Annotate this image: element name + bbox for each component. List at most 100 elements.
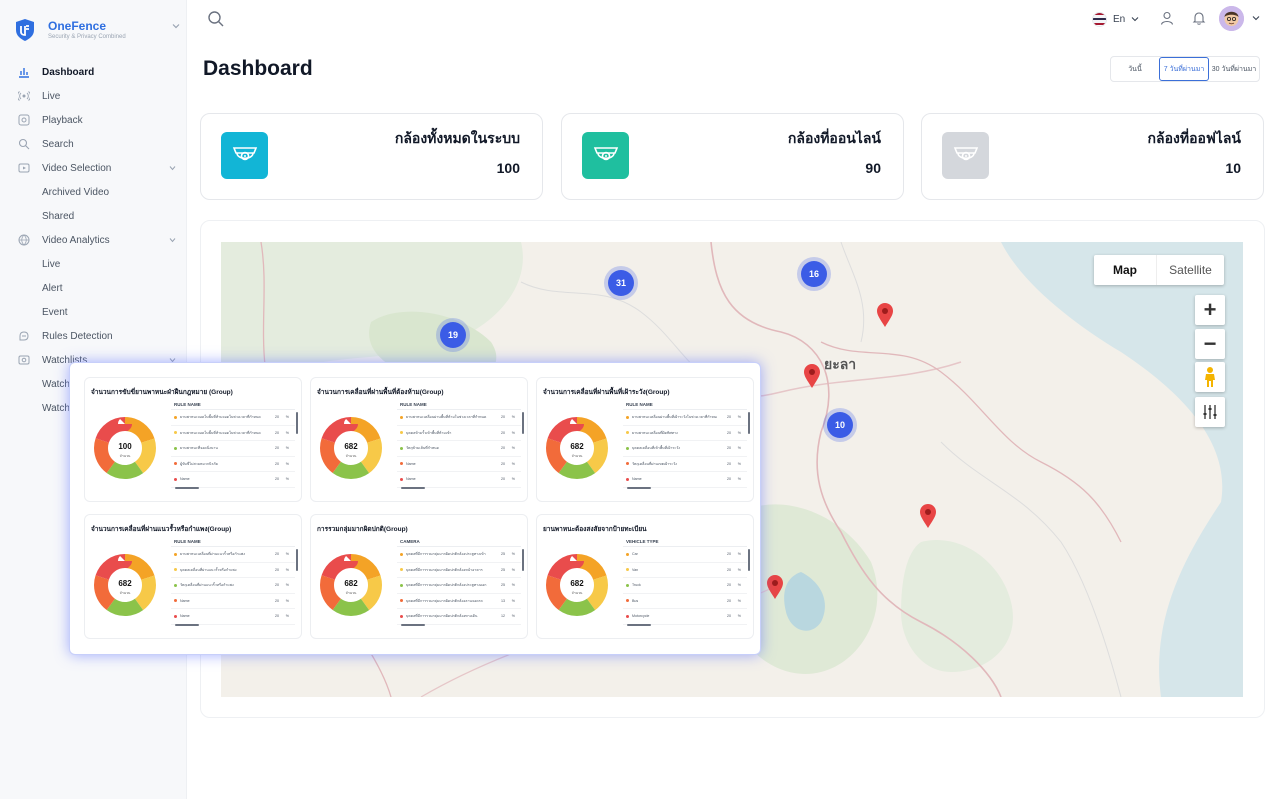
map-pin-icon[interactable] <box>766 574 784 600</box>
table-row[interactable]: Name 20% <box>171 594 295 609</box>
avatar[interactable] <box>1219 6 1244 31</box>
sidebar-item-rules-detection[interactable]: Rules Detection <box>0 324 187 348</box>
vertical-scrollbar[interactable] <box>296 412 298 434</box>
table-row[interactable]: Van 20% <box>623 563 747 578</box>
chevron-down-icon[interactable] <box>169 165 176 171</box>
horizontal-scrollbar[interactable] <box>627 487 651 489</box>
map-settings-sliders-icon[interactable] <box>1195 397 1225 427</box>
chevron-down-icon[interactable] <box>1252 15 1260 21</box>
mini-card-title: จำนวนการเคลื่อนที่ผ่านแนวรั้วหรือกำแพง(G… <box>91 526 232 533</box>
table-row[interactable]: ยานพาหนะเคลื่อนผ่านพื้นที่เฝ้าระวังในช่ว… <box>623 410 747 426</box>
table-row[interactable]: วัตถุเคลื่อนที่ผ่านเขตเฝ้าระวัง 20% <box>623 457 747 472</box>
row-percent: % <box>511 477 515 482</box>
sidebar-item-label: Rules Detection <box>42 330 113 342</box>
analytics-mini-card: จำนวนการเคลื่อนที่ผ่านแนวรั้วหรือกำแพง(G… <box>84 514 302 639</box>
table-row[interactable]: ยานพาหนะเคลื่อนผ่านพื้นที่ห้ามในช่วงเวลา… <box>397 410 521 426</box>
sidebar-item-analytics-live[interactable]: Live <box>0 252 187 276</box>
horizontal-scrollbar[interactable] <box>175 624 199 626</box>
sidebar-item-video-selection[interactable]: Video Selection <box>0 156 187 180</box>
table-row[interactable]: บุคคลที่มีการรวมกลุ่มมากผิดปกติกล้องหน้า… <box>397 563 521 578</box>
map-type-satellite-button[interactable]: Satellite <box>1156 255 1224 285</box>
brand[interactable]: OneFence Security & Privacy Combined <box>14 16 184 48</box>
search-icon[interactable] <box>207 10 225 28</box>
table-row[interactable]: Car 20% <box>623 547 747 563</box>
table-row[interactable]: ผู้ขับขี่ไม่สวมหมวกนิรภัย 20% <box>171 457 295 472</box>
table-row[interactable]: Motorcycle 20% <box>623 609 747 625</box>
table-row[interactable]: บุคคลที่มีการรวมกลุ่มมากผิดปกติกล้องประต… <box>397 547 521 563</box>
sidebar-item-alert[interactable]: Alert <box>0 276 187 300</box>
table-row[interactable]: วัตถุเคลื่อนที่ผ่านแนวรั้วหรือกำแพง 20% <box>171 578 295 594</box>
table-row[interactable]: ยานพาหนะเคลื่อนที่ผ่านแนวรั้วหรือกำแพง 20… <box>171 547 295 563</box>
map-pin-icon[interactable] <box>876 302 894 328</box>
mini-card-table: RULE NAME ยานพาหนะเคลื่อนผ่านพื้นที่เฝ้าร… <box>623 400 747 488</box>
language-selector[interactable]: En <box>1092 10 1142 28</box>
zoom-out-button[interactable]: − <box>1195 329 1225 359</box>
table-row[interactable]: Name 20% <box>171 609 295 625</box>
sidebar-item-search[interactable]: Search <box>0 132 187 156</box>
table-row[interactable]: วัตถุข้ามเส้นที่กำหนด 20% <box>397 441 521 457</box>
table-row[interactable]: บุคคลเคลื่อนที่ผ่านแนวรั้วหรือกำแพง 20% <box>171 563 295 578</box>
row-count: 20 <box>275 446 279 451</box>
table-row[interactable]: บุคคลที่มีการรวมกลุ่มมากผิดปกติกล้องลานจ… <box>397 594 521 609</box>
map-type-map-button[interactable]: Map <box>1094 255 1156 285</box>
table-row[interactable]: Name 20% <box>397 457 521 472</box>
row-percent: % <box>511 415 515 420</box>
map-cluster-marker[interactable]: 19 <box>440 322 466 348</box>
table-row[interactable]: ยานพาหนะจอดในพื้นที่ห้ามจอดในช่วงเวลาที่… <box>171 426 295 441</box>
range-option-7-days[interactable]: 7 วันที่ผ่านมา <box>1159 57 1209 81</box>
map-cluster-marker[interactable]: 31 <box>608 270 634 296</box>
vertical-scrollbar[interactable] <box>748 549 750 571</box>
row-name: วัตถุข้ามเส้นที่กำหนด <box>406 446 439 451</box>
range-option-30-days[interactable]: 30 วันที่ผ่านมา <box>1209 57 1259 81</box>
vertical-scrollbar[interactable] <box>522 549 524 571</box>
table-row[interactable]: Truck 20% <box>623 578 747 594</box>
sidebar-item-archived-video[interactable]: Archived Video <box>0 180 187 204</box>
sidebar-item-label: Alert <box>42 282 63 294</box>
row-percent: % <box>737 477 741 482</box>
horizontal-scrollbar[interactable] <box>401 624 425 626</box>
table-row[interactable]: บุคคลข้ามรั้วเข้าพื้นที่ห้ามเข้า 20% <box>397 426 521 441</box>
row-count: 20 <box>275 415 279 420</box>
sidebar-item-live[interactable]: Live <box>0 84 187 108</box>
donut-center-unit: จำนวน <box>345 454 357 458</box>
table-row[interactable]: Name 20% <box>171 472 295 488</box>
row-count: 25 <box>501 567 505 572</box>
horizontal-scrollbar[interactable] <box>627 624 651 626</box>
vertical-scrollbar[interactable] <box>296 549 298 571</box>
mini-card-table: CAMERA บุคคลที่มีการรวมกลุ่มมากผิดปกติกล้… <box>397 537 521 625</box>
table-row[interactable]: บุคคลที่มีการรวมกลุ่มมากผิดปกติกล้องประต… <box>397 578 521 594</box>
table-row[interactable]: Bus 20% <box>623 594 747 609</box>
horizontal-scrollbar[interactable] <box>401 487 425 489</box>
table-row[interactable]: ยานพาหนะเคลื่อนที่ผิดทิศทาง 20% <box>623 426 747 441</box>
chevron-down-icon[interactable] <box>169 237 176 243</box>
donut-center-unit: จำนวน <box>345 591 357 595</box>
street-view-pegman-icon[interactable] <box>1195 362 1225 392</box>
table-row[interactable]: บุคคลเคลื่อนที่เข้าพื้นที่เฝ้าระวัง 20% <box>623 441 747 457</box>
table-row[interactable]: Name 20% <box>623 472 747 488</box>
bell-icon[interactable] <box>1191 10 1207 26</box>
row-name: Name <box>180 598 190 603</box>
row-percent: % <box>737 567 741 572</box>
range-option-today[interactable]: วันนี้ <box>1111 57 1159 81</box>
sidebar-item-playback[interactable]: Playback <box>0 108 187 132</box>
map-pin-icon[interactable] <box>803 363 821 389</box>
sidebar-item-shared[interactable]: Shared <box>0 204 187 228</box>
horizontal-scrollbar[interactable] <box>175 487 199 489</box>
map-cluster-marker[interactable]: 16 <box>801 261 827 287</box>
sidebar-item-dashboard[interactable]: Dashboard <box>0 60 187 84</box>
vertical-scrollbar[interactable] <box>748 412 750 434</box>
sidebar-item-event[interactable]: Event <box>0 300 187 324</box>
legend-dot <box>174 614 177 618</box>
table-row[interactable]: ยานพาหนะที่จอดนิ่งนาน 20% <box>171 441 295 457</box>
vertical-scrollbar[interactable] <box>522 412 524 434</box>
table-row[interactable]: Name 20% <box>397 472 521 488</box>
map-cluster-marker[interactable]: 10 <box>827 412 853 438</box>
map-pin-icon[interactable] <box>919 503 937 529</box>
user-icon[interactable] <box>1159 10 1175 26</box>
chevron-down-icon[interactable] <box>172 22 180 30</box>
table-row[interactable]: บุคคลที่มีการรวมกลุ่มมากผิดปกติกล้องทางเ… <box>397 609 521 625</box>
row-name: Bus <box>632 598 639 603</box>
zoom-in-button[interactable]: + <box>1195 295 1225 325</box>
sidebar-item-video-analytics[interactable]: Video Analytics <box>0 228 187 252</box>
table-row[interactable]: ยานพาหนะจอดในพื้นที่ห้ามจอดในช่วงเวลาที่… <box>171 410 295 426</box>
